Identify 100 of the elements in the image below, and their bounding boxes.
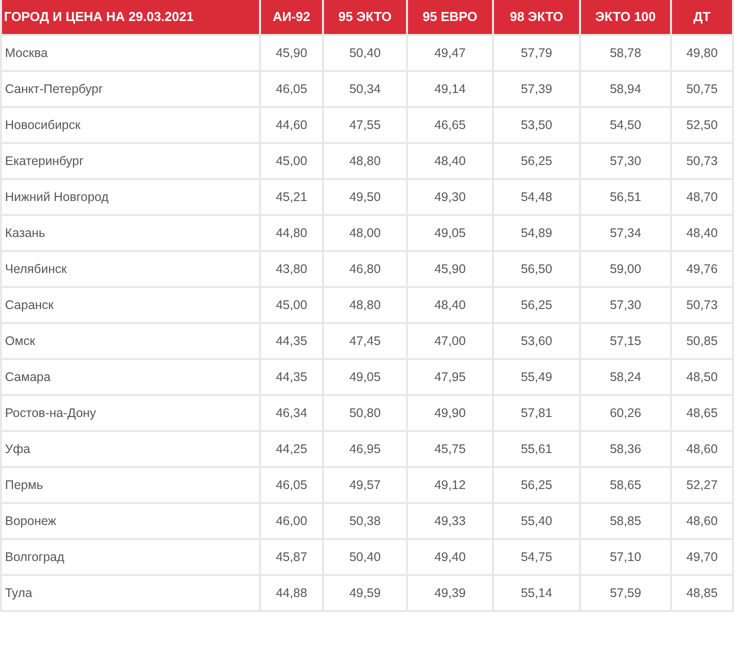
column-header: 98 ЭКТО — [493, 0, 580, 35]
price-cell: 48,80 — [323, 287, 407, 323]
column-header: АИ-92 — [260, 0, 323, 35]
price-cell: 45,87 — [260, 539, 323, 575]
price-cell: 45,75 — [407, 431, 493, 467]
price-cell: 49,05 — [407, 215, 493, 251]
city-cell: Омск — [1, 323, 260, 359]
price-cell: 58,65 — [580, 467, 671, 503]
city-cell: Москва — [1, 35, 260, 71]
price-cell: 46,05 — [260, 467, 323, 503]
column-header: 95 ЭКТО — [323, 0, 407, 35]
price-cell: 45,00 — [260, 143, 323, 179]
price-cell: 56,25 — [493, 287, 580, 323]
price-cell: 49,05 — [323, 359, 407, 395]
price-cell: 49,76 — [671, 251, 733, 287]
price-cell: 47,45 — [323, 323, 407, 359]
price-cell: 45,00 — [260, 287, 323, 323]
price-cell: 50,80 — [323, 395, 407, 431]
price-cell: 47,00 — [407, 323, 493, 359]
price-cell: 44,35 — [260, 323, 323, 359]
price-cell: 56,50 — [493, 251, 580, 287]
column-header: 95 ЕВРО — [407, 0, 493, 35]
price-cell: 48,70 — [671, 179, 733, 215]
price-cell: 48,60 — [671, 503, 733, 539]
city-cell: Пермь — [1, 467, 260, 503]
price-cell: 55,49 — [493, 359, 580, 395]
price-cell: 53,50 — [493, 107, 580, 143]
price-cell: 44,35 — [260, 359, 323, 395]
price-cell: 58,36 — [580, 431, 671, 467]
column-header: ГОРОД И ЦЕНА НА 29.03.2021 — [1, 0, 260, 35]
price-cell: 50,40 — [323, 539, 407, 575]
price-cell: 49,12 — [407, 467, 493, 503]
price-cell: 46,34 — [260, 395, 323, 431]
price-cell: 45,90 — [260, 35, 323, 71]
price-cell: 46,95 — [323, 431, 407, 467]
price-cell: 57,15 — [580, 323, 671, 359]
price-cell: 49,59 — [323, 575, 407, 611]
price-cell: 44,80 — [260, 215, 323, 251]
price-cell: 58,78 — [580, 35, 671, 71]
price-cell: 48,40 — [407, 287, 493, 323]
city-cell: Уфа — [1, 431, 260, 467]
price-cell: 54,75 — [493, 539, 580, 575]
price-cell: 49,39 — [407, 575, 493, 611]
price-cell: 48,50 — [671, 359, 733, 395]
column-header: ЭКТО 100 — [580, 0, 671, 35]
price-cell: 60,26 — [580, 395, 671, 431]
price-cell: 49,50 — [323, 179, 407, 215]
city-cell: Саранск — [1, 287, 260, 323]
price-cell: 46,65 — [407, 107, 493, 143]
column-header: ДТ — [671, 0, 733, 35]
price-cell: 49,57 — [323, 467, 407, 503]
price-cell: 50,34 — [323, 71, 407, 107]
price-cell: 52,50 — [671, 107, 733, 143]
price-cell: 49,47 — [407, 35, 493, 71]
price-cell: 56,25 — [493, 143, 580, 179]
price-cell: 54,89 — [493, 215, 580, 251]
city-cell: Екатеринбург — [1, 143, 260, 179]
price-cell: 57,39 — [493, 71, 580, 107]
price-cell: 50,75 — [671, 71, 733, 107]
city-cell: Самара — [1, 359, 260, 395]
city-cell: Волгоград — [1, 539, 260, 575]
price-cell: 48,80 — [323, 143, 407, 179]
price-cell: 48,00 — [323, 215, 407, 251]
price-cell: 49,14 — [407, 71, 493, 107]
price-cell: 50,73 — [671, 143, 733, 179]
price-cell: 46,05 — [260, 71, 323, 107]
price-cell: 55,14 — [493, 575, 580, 611]
price-cell: 48,40 — [407, 143, 493, 179]
price-cell: 56,51 — [580, 179, 671, 215]
price-cell: 57,79 — [493, 35, 580, 71]
city-cell: Воронеж — [1, 503, 260, 539]
price-cell: 54,48 — [493, 179, 580, 215]
price-cell: 49,90 — [407, 395, 493, 431]
price-cell: 49,40 — [407, 539, 493, 575]
price-cell: 59,00 — [580, 251, 671, 287]
price-cell: 55,61 — [493, 431, 580, 467]
price-cell: 52,27 — [671, 467, 733, 503]
price-cell: 45,21 — [260, 179, 323, 215]
price-cell: 43,80 — [260, 251, 323, 287]
price-cell: 45,90 — [407, 251, 493, 287]
price-cell: 44,88 — [260, 575, 323, 611]
price-cell: 50,38 — [323, 503, 407, 539]
price-cell: 44,25 — [260, 431, 323, 467]
price-cell: 58,94 — [580, 71, 671, 107]
city-cell: Новосибирск — [1, 107, 260, 143]
price-cell: 57,30 — [580, 287, 671, 323]
price-cell: 58,85 — [580, 503, 671, 539]
price-cell: 57,10 — [580, 539, 671, 575]
city-cell: Нижний Новгород — [1, 179, 260, 215]
price-cell: 48,85 — [671, 575, 733, 611]
price-cell: 56,25 — [493, 467, 580, 503]
price-cell: 47,55 — [323, 107, 407, 143]
price-cell: 54,50 — [580, 107, 671, 143]
price-cell: 48,60 — [671, 431, 733, 467]
price-cell: 49,80 — [671, 35, 733, 71]
price-cell: 57,59 — [580, 575, 671, 611]
price-cell: 53,60 — [493, 323, 580, 359]
price-cell: 46,00 — [260, 503, 323, 539]
price-cell: 55,40 — [493, 503, 580, 539]
price-cell: 48,40 — [671, 215, 733, 251]
